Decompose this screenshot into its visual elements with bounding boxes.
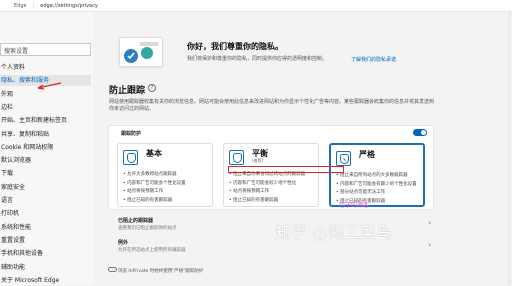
address-bar[interactable]: Edge | edge://settings/privacy — [0, 0, 512, 12]
chevron-right-icon: › — [428, 241, 431, 249]
sidebar-item[interactable]: 关于 Microsoft Edge — [0, 275, 91, 286]
card-bullet: 阻止已知的有害跟踪器 — [123, 197, 211, 203]
tracking-intro: 网站使用跟踪器收集有关你的浏览信息。网站可能会使用此信息来改进网站和为你显示个性… — [109, 99, 435, 112]
info-icon[interactable]: ? — [148, 84, 156, 92]
card-bullet: 内容和广告可能会个性化设置 — [123, 180, 211, 186]
sidebar-item[interactable]: 开始、主页和新建标签页 — [0, 115, 91, 126]
sidebar-item[interactable]: 系统和性能 — [0, 222, 91, 233]
sidebar-item[interactable]: 共享、复制和粘贴 — [0, 129, 91, 140]
sidebar-item[interactable]: 家庭安全 — [0, 182, 91, 193]
card-title: 基本 — [146, 149, 162, 158]
sidebar-item[interactable]: 个人资料 — [0, 62, 91, 73]
tracking-level-card[interactable]: 严格阻止来自所有站点的大多数跟踪器内容和广告可能会有最少的个性化设置部分站点可能… — [329, 143, 425, 207]
card-bullet: 阻止来自所有站点的大多数跟踪器 — [336, 172, 424, 178]
search-input[interactable]: 搜索设置 — [0, 43, 91, 56]
sidebar-item[interactable]: 外观 — [0, 89, 91, 100]
scrollbar[interactable] — [508, 12, 511, 285]
chevron-right-icon: › — [428, 219, 431, 227]
card-title: 严格 — [359, 150, 375, 159]
sidebar-item[interactable]: 默认浏览器 — [0, 155, 91, 166]
watermark-small: 包子的博客 — [339, 202, 370, 209]
card-bullet: 内容和广告可能会有最少的个性化设置 — [336, 181, 424, 187]
card-bullet: 部分站点可能无法工作 — [336, 189, 424, 195]
highlight-box — [228, 166, 344, 173]
exceptions-desc: 允许在所选站点上使用所有跟踪器 — [118, 248, 186, 253]
card-bullet: 阻止已知的有害跟踪器 — [229, 197, 317, 203]
red-arrow-annotation — [37, 82, 62, 90]
tracking-prevention-title: 防止跟踪 — [109, 86, 146, 96]
card-bullet: 内容和广告可能会较少地个性化 — [229, 180, 317, 186]
card-bullet: 站点将按预期工作 — [123, 188, 211, 194]
browser-name: Edge — [14, 2, 27, 9]
shield-icon — [123, 150, 138, 165]
sidebar-item[interactable]: 打印机 — [0, 208, 91, 219]
shield-icon — [336, 151, 351, 166]
privacy-commitment-link[interactable]: 了解我们的隐私承诺 — [351, 56, 396, 63]
sidebar-item[interactable]: 重置设置 — [0, 235, 91, 246]
sidebar-item[interactable]: 下载 — [0, 168, 91, 179]
url-text[interactable]: edge://settings/privacy — [40, 3, 98, 9]
card-subtitle: (推荐) — [252, 158, 264, 163]
card-bullet: 站点将按预期工作 — [229, 188, 317, 194]
address-separator: | — [32, 2, 35, 9]
sidebar-item[interactable]: 手机和其他设备 — [0, 248, 91, 259]
privacy-hero: 你好，我们尊重你的隐私。 我们将保护和尊重你的隐私，同时提供你应得的透明度和控制… — [101, 34, 444, 67]
card-bullet: 允许大多数跨站点跟踪器 — [123, 171, 211, 177]
sidebar-item[interactable]: 语言 — [0, 195, 91, 206]
inprivate-strict-label: 浏览 InPrivate 时始终使用"严格"跟踪防护 — [118, 269, 204, 274]
privacy-illustration — [119, 37, 163, 67]
tracking-toggle[interactable] — [413, 129, 427, 136]
blocked-trackers-title: 已阻止的跟踪器 — [118, 218, 154, 224]
sidebar-item[interactable]: 辅助功能 — [0, 262, 91, 273]
hero-description: 我们将保护和尊重你的隐私，同时提供你应得的透明度和控制。 — [187, 56, 328, 62]
tracking-level-card[interactable]: 基本允许大多数跨站点跟踪器内容和广告可能会个性化设置站点将按预期工作阻止已知的有… — [117, 143, 213, 207]
hero-title: 你好，我们尊重你的隐私。 — [187, 42, 283, 51]
watermark-text: 知乎 @网工菜鸟 — [275, 223, 393, 242]
tracking-level-card[interactable]: 平衡(推荐)阻止来自你未访问过的站点的跟踪器内容和广告可能会较少地个性化站点将按… — [223, 143, 319, 207]
blocked-trackers-desc: 查看我们已阻止跟踪你的站点 — [118, 226, 177, 231]
main-content: 你好，我们尊重你的隐私。 我们将保护和尊重你的隐私，同时提供你应得的透明度和控制… — [93, 12, 512, 285]
shield-icon — [229, 150, 244, 165]
sidebar-item[interactable]: Cookie 和网站权限 — [0, 142, 91, 153]
settings-sidebar: 搜索设置 个人资料 隐私、搜索和服务 外观 边栏 开始、主页和新建标签页 共享、复制和粘贴… — [0, 12, 93, 285]
tracking-toggle-label: 跟踪防护 — [121, 131, 142, 137]
exceptions-title: 例外 — [118, 240, 129, 246]
sidebar-item[interactable]: 边栏 — [0, 102, 91, 113]
inprivate-toggle[interactable] — [108, 267, 117, 272]
